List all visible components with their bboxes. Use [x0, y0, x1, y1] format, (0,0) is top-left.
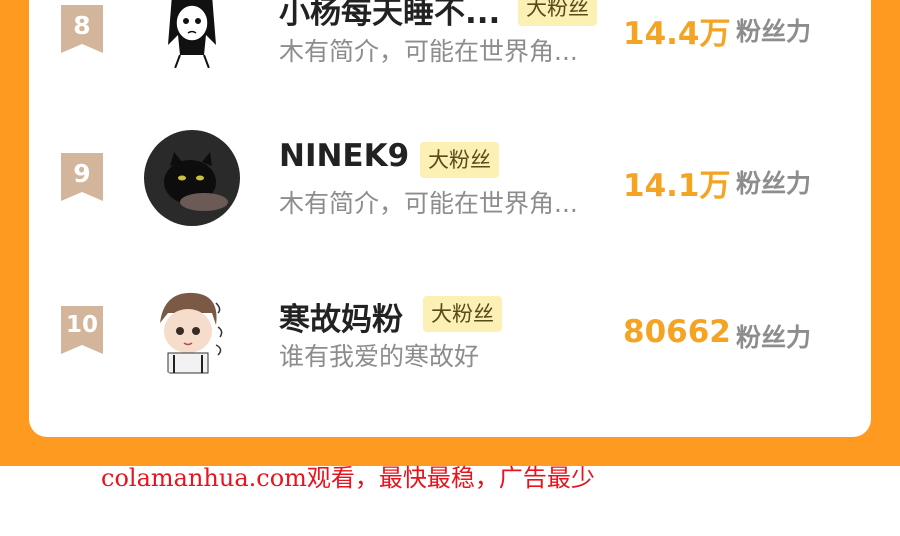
user-name[interactable]: 小杨每天睡不... — [279, 0, 500, 32]
avatar[interactable] — [144, 130, 240, 226]
site-watermark: colamanhua.com观看，最快最稳，广告最少 — [101, 464, 595, 492]
avatar[interactable] — [144, 283, 240, 379]
rank-number: 10 — [65, 312, 98, 338]
fan-power-value: 14.1万 — [623, 168, 731, 204]
user-bio: 木有简介，可能在世界角... — [279, 189, 578, 218]
rank-ribbon: 9 — [61, 153, 103, 201]
fan-level-badge: 大粉丝 — [518, 0, 597, 26]
user-name[interactable]: 寒故妈粉 — [279, 294, 403, 339]
fan-power-label: 粉丝力 — [736, 323, 812, 352]
rank-ribbon: 10 — [61, 306, 103, 354]
fan-level-badge: 大粉丝 — [420, 142, 499, 178]
user-bio: 谁有我爱的寒故好 — [279, 342, 480, 371]
user-name[interactable]: NINEK9 — [279, 138, 409, 174]
fan-ranking-card: 8 小杨每天睡不... 大粉丝 木有简介，可能在世界角... 14.4万 粉丝力 — [29, 0, 871, 437]
rank-number: 8 — [73, 11, 91, 40]
fan-power-value: 14.4万 — [623, 16, 731, 52]
fan-level-badge: 大粉丝 — [423, 296, 502, 332]
ranking-row[interactable]: 9 NINEK9 大粉丝 木有简介，可能在世界角... 14.1万 粉丝力 — [29, 118, 871, 238]
avatar[interactable] — [144, 0, 240, 71]
ranking-row[interactable]: 10 寒故妈粉 大粉丝 谁有我爱的寒故好 80662 粉丝力 — [29, 271, 871, 391]
rank-ribbon: 8 — [61, 5, 103, 53]
ranking-row[interactable]: 8 小杨每天睡不... 大粉丝 木有简介，可能在世界角... 14.4万 粉丝力 — [29, 0, 871, 90]
fan-power-label: 粉丝力 — [736, 169, 812, 198]
fan-power-label: 粉丝力 — [736, 17, 812, 46]
rank-number: 9 — [73, 159, 91, 188]
user-bio: 木有简介，可能在世界角... — [279, 37, 578, 66]
fan-power-value: 80662 — [623, 314, 731, 350]
